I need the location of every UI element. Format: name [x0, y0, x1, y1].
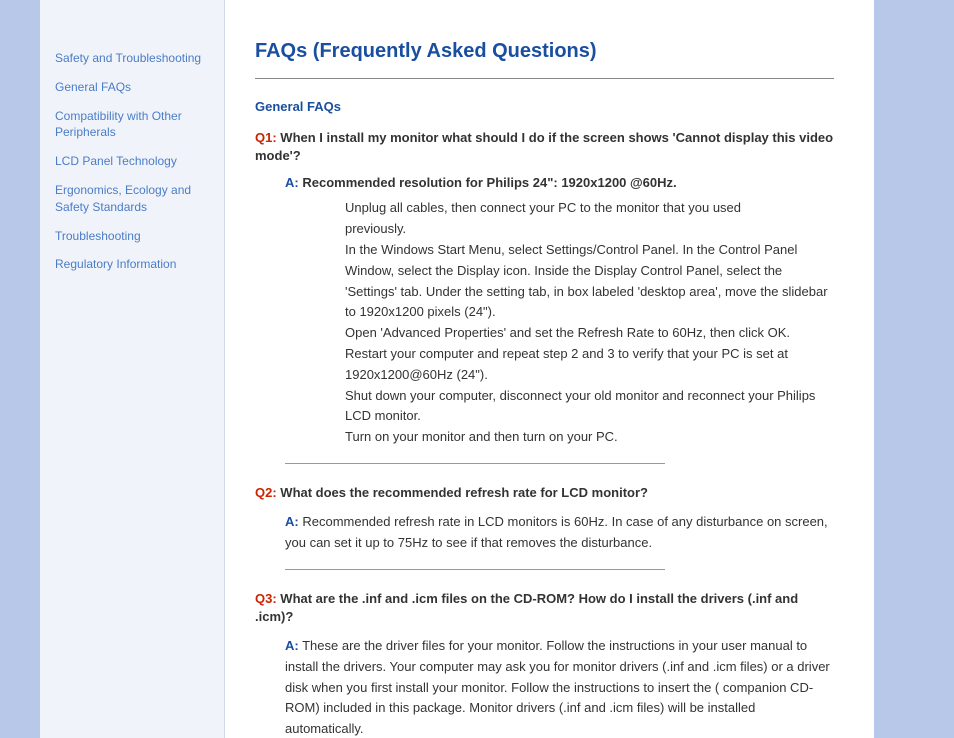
a2-label: A:: [285, 514, 299, 529]
page-title: FAQs (Frequently Asked Questions): [255, 40, 834, 63]
sidebar-item-regulatory[interactable]: Regulatory Information: [55, 256, 214, 273]
right-accent: [874, 0, 954, 738]
q1-question: Q1: When I install my monitor what shoul…: [255, 129, 834, 165]
sidebar-item-troubleshooting[interactable]: Troubleshooting: [55, 228, 214, 245]
q2-answer: A: Recommended refresh rate in LCD monit…: [255, 512, 834, 554]
q3-text: What are the .inf and .icm files on the …: [255, 591, 798, 624]
q2-text: What does the recommended refresh rate f…: [280, 485, 648, 500]
q1-answer-main: A: Recommended resolution for Philips 24…: [285, 175, 834, 190]
q2-label: Q2:: [255, 485, 277, 500]
q2-divider: [285, 569, 665, 570]
q3-answer: A: These are the driver files for your m…: [255, 636, 834, 738]
q2-question: Q2: What does the recommended refresh ra…: [255, 484, 834, 502]
a1-label: A:: [285, 175, 299, 190]
a3-label: A:: [285, 638, 299, 653]
sidebar-item-safety[interactable]: Safety and Troubleshooting: [55, 50, 214, 67]
sidebar-item-compatibility[interactable]: Compatibility with Other Peripherals: [55, 108, 214, 142]
q1-answer-indent: A: Recommended resolution for Philips 24…: [255, 175, 834, 448]
q1-text: When I install my monitor what should I …: [255, 130, 833, 163]
left-accent: [0, 0, 40, 738]
main-content: FAQs (Frequently Asked Questions) Genera…: [225, 0, 874, 738]
sidebar-item-general-faqs[interactable]: General FAQs: [55, 79, 214, 96]
q3-block: Q3: What are the .inf and .icm files on …: [255, 590, 834, 738]
sidebar-item-ergonomics[interactable]: Ergonomics, Ecology and Safety Standards: [55, 182, 214, 216]
a1-answer-text: Recommended resolution for Philips 24": …: [302, 175, 676, 190]
section-title: General FAQs: [255, 99, 834, 114]
q3-question: Q3: What are the .inf and .icm files on …: [255, 590, 834, 626]
q1-divider: [285, 463, 665, 464]
q3-label: Q3:: [255, 591, 277, 606]
a3-answer-text: These are the driver files for your moni…: [285, 638, 830, 736]
q2-block: Q2: What does the recommended refresh ra…: [255, 484, 834, 570]
title-divider: [255, 78, 834, 79]
sidebar-item-lcd[interactable]: LCD Panel Technology: [55, 153, 214, 170]
q1-label: Q1:: [255, 130, 277, 145]
sidebar: Safety and Troubleshooting General FAQs …: [40, 0, 225, 738]
a2-answer-text: Recommended refresh rate in LCD monitors…: [285, 514, 828, 550]
q1-steps: Unplug all cables, then connect your PC …: [285, 198, 834, 448]
q1-block: Q1: When I install my monitor what shoul…: [255, 129, 834, 464]
